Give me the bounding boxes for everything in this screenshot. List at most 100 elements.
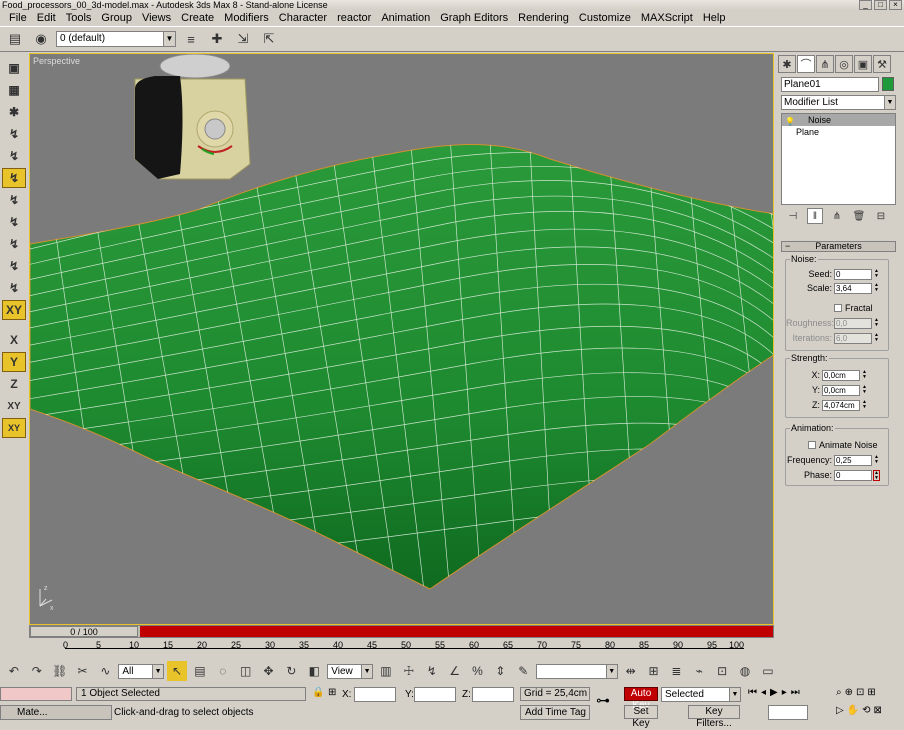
zoom-extents-all-icon[interactable]: ⊞ [867, 687, 875, 698]
named-selection-combo[interactable]: ▼ [536, 663, 618, 679]
set-key-button[interactable]: Set Key [624, 705, 658, 729]
maxscript-listener[interactable] [0, 687, 72, 701]
seed-field[interactable]: 0 [834, 268, 872, 280]
select-object-icon[interactable]: ↖ [167, 661, 188, 681]
lock-selection-icon[interactable]: 🔒 [312, 687, 324, 698]
maximize-button[interactable]: □ [874, 0, 887, 10]
modify-tab-icon[interactable]: ⌒ [797, 55, 815, 73]
key-filters-button[interactable]: Key Filters... [688, 705, 740, 729]
pin-stack-icon[interactable]: ⊣ [785, 208, 801, 224]
menu-modifiers[interactable]: Modifiers [219, 12, 274, 24]
schematic-view-icon[interactable]: ⊡ [712, 661, 732, 681]
zoom-icon[interactable]: ⌕ [836, 687, 842, 698]
play-icon[interactable]: ▶ [770, 687, 778, 698]
unlink-icon[interactable]: ✂ [73, 661, 93, 681]
key-filter-combo[interactable]: Selected ▼ [661, 687, 741, 702]
stack-item-plane[interactable]: Plane [782, 126, 895, 138]
go-to-end-icon[interactable]: ⏭ [791, 687, 800, 698]
x-coordinate-field[interactable] [354, 687, 396, 702]
iterations-spinner-icon[interactable]: ▲ ▼ [873, 332, 880, 344]
show-end-result-icon[interactable]: ‖ [807, 208, 823, 224]
minimize-button[interactable]: _ [859, 0, 872, 10]
select-link-icon[interactable]: ⛓ [50, 661, 70, 681]
fractal-checkbox[interactable] [834, 304, 842, 312]
add-time-tag-button[interactable]: Add Time Tag [520, 705, 590, 720]
menu-character[interactable]: Character [274, 12, 332, 24]
layer-manager-icon[interactable]: ▤ [4, 28, 26, 50]
snap-icon-7[interactable]: ↯ [2, 256, 26, 276]
cube-icon[interactable]: ▣ [2, 58, 26, 78]
axis-x-button[interactable]: X [2, 330, 26, 350]
pivot-center-icon[interactable]: ▥ [376, 661, 396, 681]
close-button[interactable]: × [889, 0, 902, 10]
add-to-layer-icon[interactable]: ✚ [206, 28, 228, 50]
menu-customize[interactable]: Customize [574, 12, 636, 24]
window-crossing-icon[interactable]: ◫ [236, 661, 256, 681]
snap-icon-3[interactable]: ↯ [2, 168, 26, 188]
menu-file[interactable]: File [4, 12, 32, 24]
render-scene-icon[interactable]: ▭ [758, 661, 778, 681]
undo-icon[interactable]: ↶ [4, 661, 24, 681]
make-unique-icon[interactable]: ⋔ [829, 208, 845, 224]
iterations-field[interactable]: 6,0 [834, 332, 872, 344]
snap-icon-4[interactable]: ↯ [2, 190, 26, 210]
align-icon[interactable]: ⊞ [644, 661, 664, 681]
selection-region-icon[interactable]: ◌ [213, 661, 233, 681]
stack-item-noise[interactable]: 💡 Noise [782, 114, 895, 126]
time-slider-bar[interactable]: 0 / 100 [29, 625, 774, 638]
menu-animation[interactable]: Animation [376, 12, 435, 24]
go-to-start-icon[interactable]: ⏮ [748, 687, 757, 698]
axis-xy-snap-button[interactable]: XY [2, 300, 26, 320]
select-layer-objects-icon[interactable]: ⇲ [232, 28, 254, 50]
modifier-list-combo[interactable]: Modifier List ▼ [781, 95, 896, 110]
object-name-field[interactable]: Plane01 [781, 77, 879, 92]
menu-graph-editors[interactable]: Graph Editors [435, 12, 513, 24]
previous-frame-icon[interactable]: ◂ [761, 687, 766, 698]
remove-modifier-icon[interactable]: 🗑 [851, 208, 867, 224]
strength-x-field[interactable]: 0,0cm [822, 369, 860, 381]
utilities-tab-icon[interactable]: ⚒ [873, 55, 891, 73]
reference-coord-combo[interactable]: View ▼ [327, 663, 374, 679]
object-color-swatch[interactable] [882, 77, 894, 91]
display-tab-icon[interactable]: ▣ [854, 55, 872, 73]
bind-space-warp-icon[interactable]: ∿ [96, 661, 116, 681]
move-icon[interactable]: ✥ [259, 661, 279, 681]
taskbar-item[interactable]: Mate... [0, 705, 112, 720]
strength-z-spinner-icon[interactable]: ▲ ▼ [861, 399, 868, 411]
snap-icon-6[interactable]: ↯ [2, 234, 26, 254]
auto-key-button[interactable]: Auto Key [624, 687, 658, 711]
menu-help[interactable]: Help [698, 12, 731, 24]
time-slider[interactable]: 0 / 100 [30, 626, 138, 637]
maximize-viewport-icon[interactable]: ⊠ [874, 705, 882, 716]
edit-named-selection-icon[interactable]: ✎ [513, 661, 533, 681]
mirror-icon[interactable]: ⇹ [621, 661, 641, 681]
snap-icon-5[interactable]: ↯ [2, 212, 26, 232]
spinner-snap-icon[interactable]: ⇕ [490, 661, 510, 681]
pan-icon[interactable]: ✋ [847, 705, 859, 716]
angle-snap-icon[interactable]: ∠ [445, 661, 465, 681]
percent-snap-icon[interactable]: % [468, 661, 488, 681]
axis-y-button[interactable]: Y [2, 352, 26, 372]
arc-rotate-icon[interactable]: ⟲ [862, 705, 870, 716]
curve-editor-icon[interactable]: ⌁ [689, 661, 709, 681]
menu-maxscript[interactable]: MAXScript [636, 12, 698, 24]
field-of-view-icon[interactable]: ▷ [836, 705, 844, 716]
frequency-spinner-icon[interactable]: ▲ ▼ [873, 454, 880, 466]
motion-tab-icon[interactable]: ◎ [835, 55, 853, 73]
roughness-field[interactable]: 0,0 [834, 317, 872, 329]
snap-icon-1[interactable]: ↯ [2, 124, 26, 144]
set-current-layer-icon[interactable]: ⇱ [258, 28, 280, 50]
strength-x-spinner-icon[interactable]: ▲ ▼ [861, 369, 868, 381]
snap-icon-8[interactable]: ↯ [2, 278, 26, 298]
configure-sets-icon[interactable]: ⊟ [873, 208, 889, 224]
menu-create[interactable]: Create [176, 12, 219, 24]
strength-y-spinner-icon[interactable]: ▲ ▼ [861, 384, 868, 396]
key-icon[interactable]: ⊶ [596, 692, 610, 709]
seed-spinner-icon[interactable]: ▲ ▼ [873, 268, 880, 280]
scale-icon[interactable]: ◧ [304, 661, 324, 681]
menu-reactor[interactable]: reactor [332, 12, 376, 24]
zoom-all-icon[interactable]: ⊕ [845, 687, 853, 698]
roughness-spinner-icon[interactable]: ▲ ▼ [873, 317, 880, 329]
scale-field[interactable]: 3,64 [834, 282, 872, 294]
parameters-rollout-header[interactable]: − Parameters [781, 241, 896, 252]
